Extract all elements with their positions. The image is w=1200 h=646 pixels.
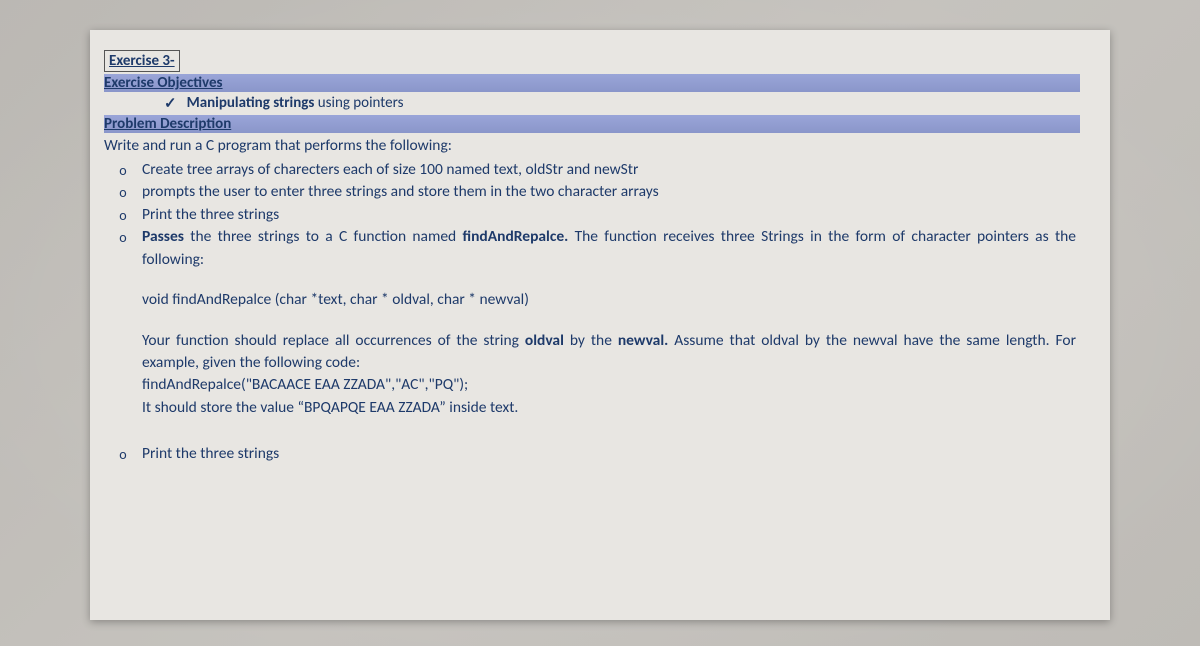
bullet-text: Print the three strings <box>142 204 1080 226</box>
problem-header: Problem Description <box>104 115 1080 133</box>
example-result: It should store the value “BPQAPQE EAA Z… <box>142 397 1080 419</box>
bullet-icon: o <box>104 226 142 248</box>
example-call: findAndRepalce("BACAACE EAA ZZADA","AC",… <box>142 374 1080 396</box>
bullet-text: Passes the three strings to a C function… <box>142 226 1080 271</box>
spacer <box>104 271 1080 289</box>
bullet-text: Print the three strings <box>142 443 1080 465</box>
description-paragraph: Your function should replace all occurre… <box>142 330 1080 375</box>
list-item: o Print the three strings <box>104 204 1080 226</box>
bullet-text: Create tree arrays of charecters each of… <box>142 159 1080 181</box>
list-item: o Create tree arrays of charecters each … <box>104 159 1080 181</box>
bullet-icon: o <box>104 443 142 465</box>
list-item: o Passes the three strings to a C functi… <box>104 226 1080 271</box>
list-item: o Print the three strings <box>104 443 1080 465</box>
exercise-title: Exercise 3- <box>104 50 180 72</box>
objective-rest-part: using pointers <box>318 94 404 112</box>
bullet-text: prompts the user to enter three strings … <box>142 181 1080 203</box>
bullet-icon: o <box>104 181 142 203</box>
bullet-icon: o <box>104 159 142 181</box>
objective-bold-part: Manipulating strings <box>187 94 318 112</box>
function-signature: void findAndRepalce (char *text, char * … <box>142 289 1080 311</box>
bullet-list: o Create tree arrays of charecters each … <box>104 159 1080 466</box>
list-item: o prompts the user to enter three string… <box>104 181 1080 203</box>
text-part: by the <box>564 331 618 350</box>
objective-item: ✓ Manipulating strings using pointers <box>104 94 1080 113</box>
oldval-term: oldval <box>525 331 564 350</box>
intro-text: Write and run a C program that performs … <box>104 135 1080 157</box>
spacer <box>104 419 1080 443</box>
document-page: Exercise 3- Exercise Objectives ✓ Manipu… <box>90 30 1110 620</box>
text-part: the three strings to a C function named <box>184 227 463 246</box>
text-part: Your function should replace all occurre… <box>142 331 525 350</box>
newval-term: newval. <box>618 331 668 350</box>
objectives-header: Exercise Objectives <box>104 74 1080 92</box>
bold-word: Passes <box>142 227 184 246</box>
bullet-icon: o <box>104 204 142 226</box>
spacer <box>104 312 1080 330</box>
checkmark-icon: ✓ <box>164 94 177 113</box>
function-name: findAndRepalce. <box>463 227 569 246</box>
objective-text: Manipulating strings using pointers <box>187 94 404 112</box>
